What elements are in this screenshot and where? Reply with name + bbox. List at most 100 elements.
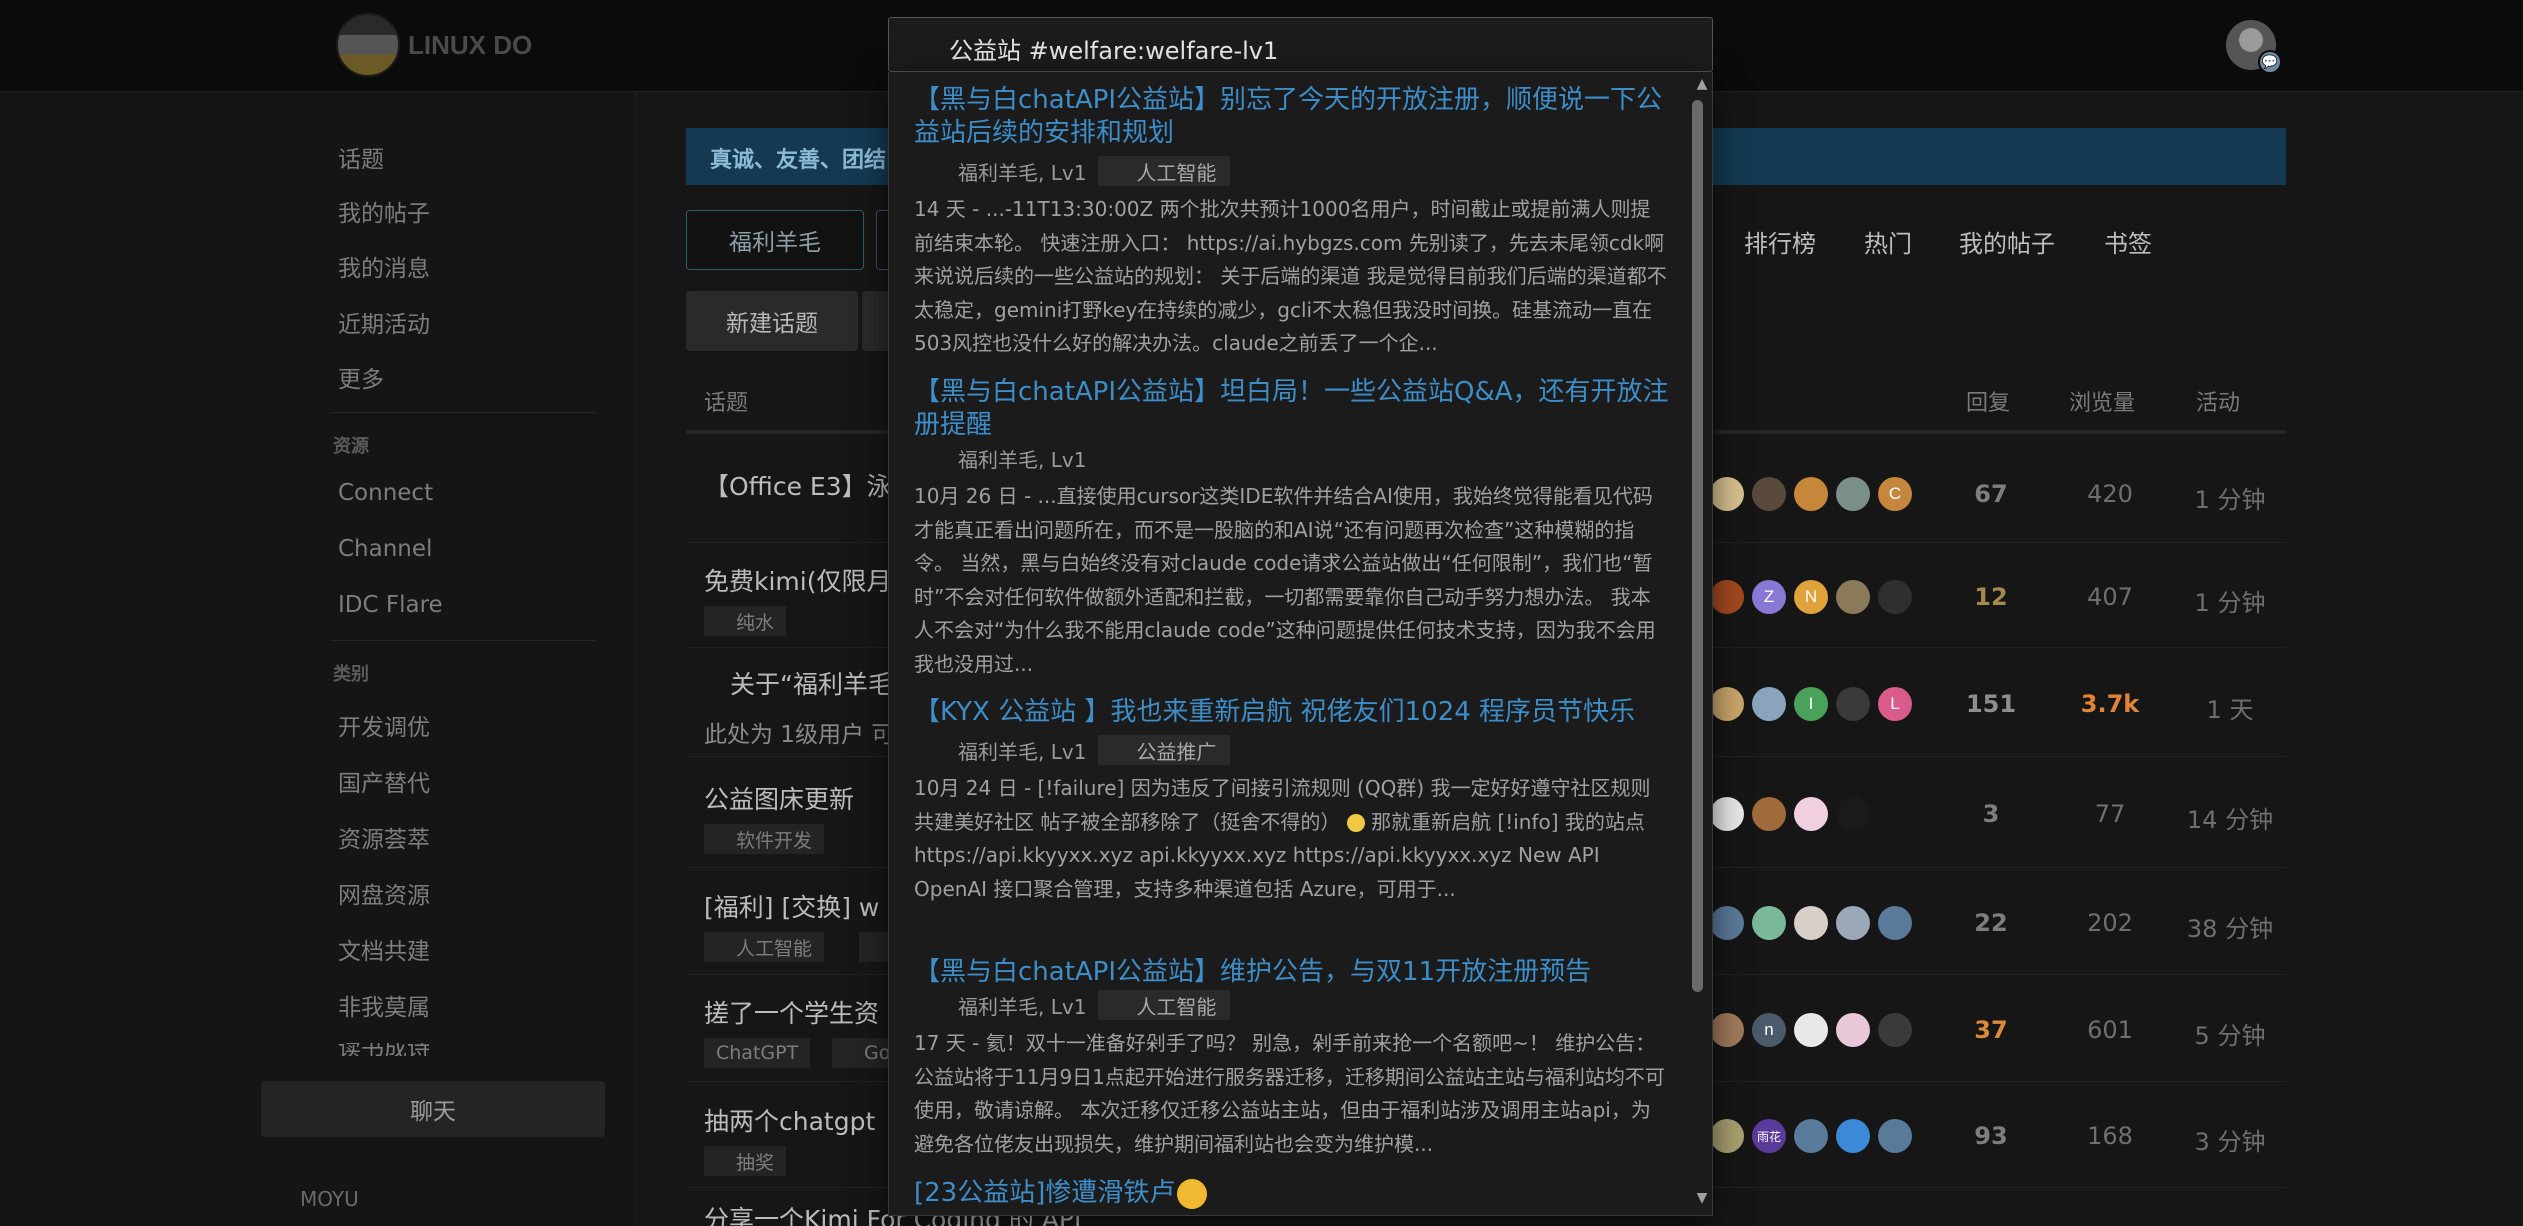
- reply-count[interactable]: 22: [1956, 909, 2026, 937]
- nav-hot[interactable]: 热门: [1864, 224, 1912, 259]
- reply-count[interactable]: 3: [1956, 800, 2026, 828]
- scroll-down-arrow-icon[interactable]: ▼: [1692, 1190, 1712, 1210]
- search-result-title[interactable]: 【黑与白chatAPI公益站】维护公告，与双11开放注册预告: [914, 956, 1670, 989]
- activity-time[interactable]: 5 分钟: [2170, 1016, 2290, 1051]
- search-result-author[interactable]: 福利羊毛, Lv1: [958, 444, 1086, 473]
- sidebar-item-recent-activity[interactable]: 近期活动: [338, 305, 430, 339]
- activity-time[interactable]: 14 分钟: [2170, 800, 2290, 835]
- sidebar-item-idc-flare[interactable]: IDC Flare: [338, 592, 443, 618]
- sidebar-category-netdisk[interactable]: 网盘资源: [338, 876, 430, 910]
- scroll-up-arrow-icon[interactable]: ▲: [1692, 76, 1712, 96]
- poster-avatar[interactable]: [1710, 1012, 1744, 1047]
- poster-avatar[interactable]: [1836, 687, 1870, 721]
- poster-avatar[interactable]: n: [1752, 1012, 1786, 1047]
- sidebar-item-channel[interactable]: Channel: [338, 536, 432, 562]
- poster-avatar[interactable]: [1794, 1119, 1828, 1153]
- search-result-title[interactable]: 【KYX 公益站 】我也来重新启航 祝佬友们1024 程序员节快乐: [914, 696, 1670, 729]
- scrollbar-thumb[interactable]: [1692, 100, 1703, 992]
- poster-avatar[interactable]: [1752, 477, 1786, 511]
- poster-avatar[interactable]: L: [1878, 687, 1912, 721]
- poster-avatar[interactable]: [1878, 1012, 1912, 1047]
- poster-avatar[interactable]: [1878, 905, 1912, 940]
- topic-title[interactable]: 【Office E3】泳: [704, 467, 892, 503]
- sidebar-category-resources[interactable]: 资源荟萃: [338, 820, 430, 854]
- poster-avatar[interactable]: [1710, 477, 1744, 511]
- poster-avatar[interactable]: [1836, 477, 1870, 511]
- reply-count[interactable]: 151: [1956, 690, 2026, 718]
- sidebar-category-reading[interactable]: 读书成诗: [338, 1043, 430, 1056]
- sidebar-category-domestic[interactable]: 国产替代: [338, 764, 430, 798]
- activity-time[interactable]: 1 分钟: [2170, 583, 2290, 618]
- activity-time[interactable]: 1 天: [2170, 690, 2290, 725]
- site-logo[interactable]: LINUX DO: [336, 12, 532, 78]
- column-replies[interactable]: 回复: [1966, 385, 2010, 417]
- poster-avatar[interactable]: C: [1878, 477, 1912, 511]
- chat-button[interactable]: 聊天: [261, 1081, 605, 1137]
- category-filter-button[interactable]: 福利羊毛: [686, 210, 864, 270]
- search-result-category[interactable]: 人工智能: [1098, 990, 1231, 1020]
- poster-avatar[interactable]: N: [1794, 580, 1828, 614]
- poster-avatar[interactable]: Z: [1752, 580, 1786, 614]
- column-topic[interactable]: 话题: [704, 385, 748, 417]
- sidebar-category-mine[interactable]: 非我莫属: [338, 988, 430, 1022]
- nav-leaderboard[interactable]: 排行榜: [1744, 224, 1816, 259]
- poster-avatar[interactable]: [1710, 580, 1744, 614]
- poster-avatar[interactable]: [1836, 1119, 1870, 1153]
- reply-count[interactable]: 12: [1956, 583, 2026, 611]
- poster-avatar[interactable]: I: [1794, 687, 1828, 721]
- poster-avatar[interactable]: [1794, 1012, 1828, 1047]
- search-result[interactable]: 【KYX 公益站 】我也来重新启航 祝佬友们1024 程序员节快乐 福利羊毛, …: [914, 696, 1670, 906]
- poster-avatar[interactable]: [1752, 687, 1786, 721]
- nav-my-posts[interactable]: 我的帖子: [1959, 224, 2055, 259]
- topic-tag[interactable]: 抽奖: [704, 1146, 787, 1176]
- topic-title[interactable]: 免费kimi(仅限月: [704, 562, 891, 598]
- search-result-category[interactable]: 公益推广: [1098, 735, 1231, 765]
- topic-title[interactable]: 公益图床更新: [704, 780, 854, 816]
- poster-avatar[interactable]: [1836, 797, 1870, 831]
- sidebar-item-topics[interactable]: 话题: [338, 140, 384, 174]
- search-result-author[interactable]: 福利羊毛, Lv1: [958, 157, 1086, 186]
- poster-avatar[interactable]: [1710, 687, 1744, 721]
- search-result[interactable]: 【黑与白chatAPI公益站】别忘了今天的开放注册，顺便说一下公益站后续的安排和…: [914, 84, 1670, 361]
- activity-time[interactable]: 38 分钟: [2170, 909, 2290, 944]
- poster-avatar[interactable]: [1710, 797, 1744, 831]
- search-result-title[interactable]: 【黑与白chatAPI公益站】别忘了今天的开放注册，顺便说一下公益站后续的安排和…: [914, 84, 1670, 150]
- sidebar-section-resources[interactable]: 资源: [333, 432, 369, 458]
- activity-time[interactable]: 1 分钟: [2170, 480, 2290, 515]
- topic-title[interactable]: 搓了一个学生资: [704, 994, 879, 1030]
- column-activity[interactable]: 活动: [2196, 385, 2240, 417]
- poster-avatar[interactable]: [1752, 797, 1786, 831]
- poster-avatar[interactable]: [1710, 1119, 1744, 1153]
- topic-tag[interactable]: 人工智能: [704, 932, 825, 962]
- poster-avatar[interactable]: [1752, 905, 1786, 940]
- topic-tag[interactable]: 纯水: [704, 606, 787, 636]
- search-result[interactable]: 【黑与白chatAPI公益站】维护公告，与双11开放注册预告 福利羊毛, Lv1…: [914, 956, 1670, 1161]
- search-input[interactable]: 公益站 #welfare:welfare-lv1: [888, 17, 1713, 72]
- column-views[interactable]: 浏览量: [2069, 385, 2135, 417]
- search-result-title[interactable]: [23公益站]惨遭滑铁卢: [914, 1177, 1670, 1210]
- sidebar-item-connect[interactable]: Connect: [338, 480, 433, 506]
- activity-time[interactable]: 3 分钟: [2170, 1122, 2290, 1157]
- poster-avatar[interactable]: [1878, 580, 1912, 614]
- poster-avatar[interactable]: [1836, 580, 1870, 614]
- reply-count[interactable]: 37: [1956, 1016, 2026, 1044]
- poster-avatar[interactable]: [1794, 797, 1828, 831]
- sidebar-item-my-messages[interactable]: 我的消息: [338, 249, 430, 283]
- topic-title[interactable]: [福利] [交换] w: [704, 888, 879, 924]
- sidebar-section-moyu[interactable]: MOYU: [300, 1187, 359, 1211]
- nav-bookmarks[interactable]: 书签: [2104, 224, 2152, 259]
- chat-bubble-icon[interactable]: 💬: [2258, 50, 2282, 74]
- new-topic-button[interactable]: 新建话题: [686, 291, 858, 351]
- search-result-author[interactable]: 福利羊毛, Lv1: [958, 991, 1086, 1020]
- poster-avatar[interactable]: [1794, 905, 1828, 940]
- poster-avatar[interactable]: [1836, 1012, 1870, 1047]
- sidebar-section-categories[interactable]: 类别: [333, 660, 369, 686]
- search-result[interactable]: 【黑与白chatAPI公益站】坦白局！一些公益站Q&A，还有开放注册提醒 福利羊…: [914, 376, 1670, 681]
- search-result[interactable]: [23公益站]惨遭滑铁卢: [914, 1177, 1670, 1210]
- search-result-author[interactable]: 福利羊毛, Lv1: [958, 736, 1086, 765]
- topic-title[interactable]: 关于“福利羊毛: [730, 665, 893, 701]
- reply-count[interactable]: 93: [1956, 1122, 2026, 1150]
- poster-avatar[interactable]: [1878, 1119, 1912, 1153]
- search-result-title-text[interactable]: [23公益站]惨遭滑铁卢: [914, 1178, 1175, 1208]
- poster-avatar[interactable]: [1836, 905, 1870, 940]
